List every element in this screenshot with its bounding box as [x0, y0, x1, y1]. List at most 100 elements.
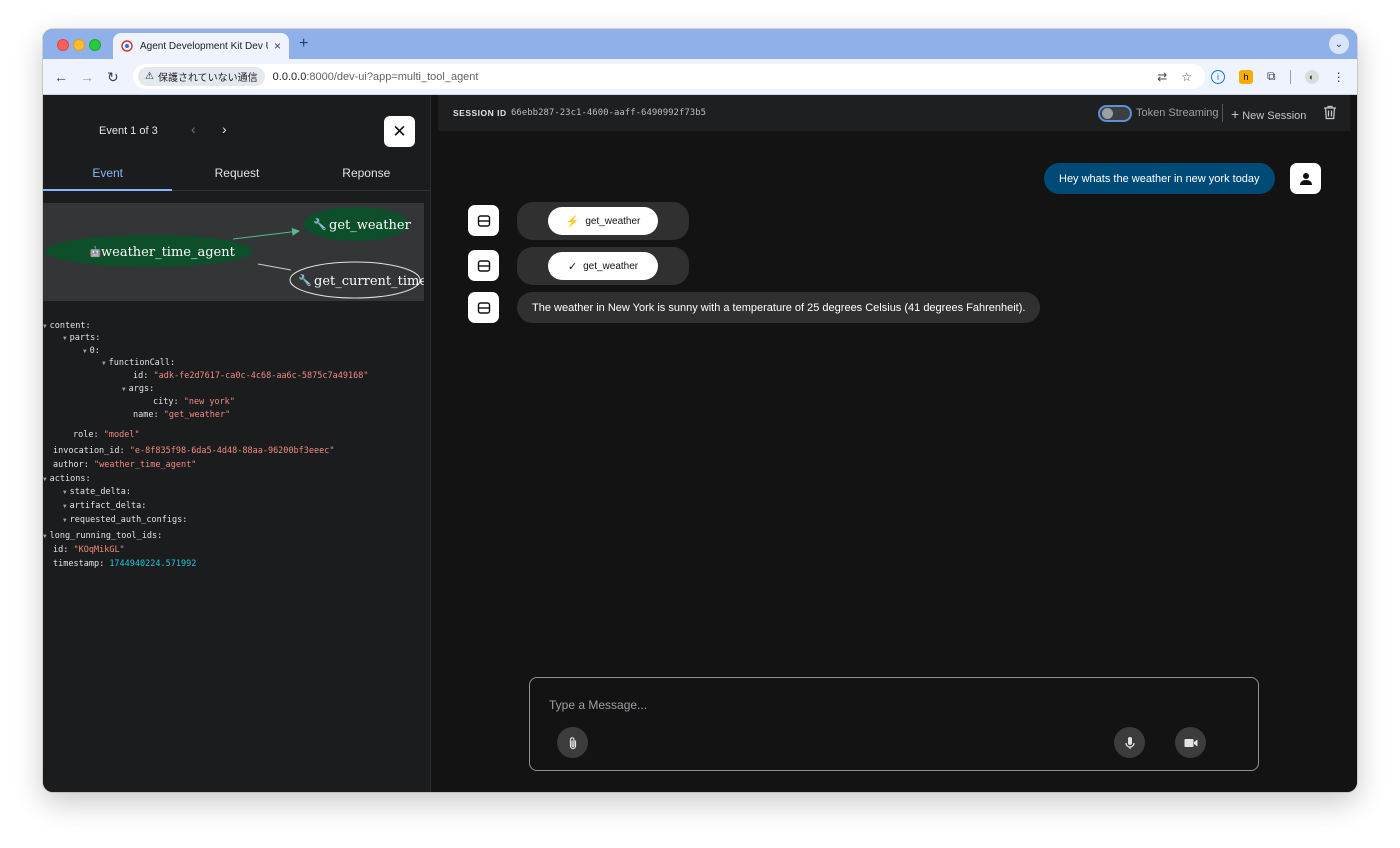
caret-down-icon: ▼: [63, 503, 67, 510]
tab-title: Agent Development Kit Dev UI: [140, 40, 268, 52]
attach-button[interactable]: [557, 727, 588, 758]
adk-favicon-icon: [121, 40, 133, 52]
tree-leaf-city: city: "new york": [153, 397, 235, 407]
profile-avatar-icon[interactable]: ◐: [1304, 69, 1319, 84]
tab-event[interactable]: Event: [43, 157, 173, 191]
tree-node-content[interactable]: ▼ content:: [43, 321, 91, 332]
message-composer: [529, 677, 1259, 771]
caret-down-icon: ▼: [43, 476, 47, 483]
bot-reply-bubble: The weather in New York is sunny with a …: [517, 292, 1041, 323]
function-call-chip[interactable]: ⚡ get_weather: [548, 207, 658, 235]
caret-down-icon: ▼: [122, 386, 126, 393]
session-id-value: 66ebb287-23c1-4600-aaff-6490992f73b5: [511, 108, 707, 118]
bot-avatar: [468, 250, 499, 281]
reload-icon[interactable]: ↻: [107, 68, 119, 86]
agent-node[interactable]: 🤖 weather_time_agent: [45, 235, 253, 267]
tree-leaf-role: role: "model": [73, 430, 140, 440]
extension-badge-icon[interactable]: h: [1239, 69, 1253, 84]
tree-leaf-timestamp: timestamp: 1744940224.571992: [53, 559, 197, 569]
token-streaming-toggle[interactable]: [1098, 105, 1132, 122]
bot-avatar: [468, 205, 499, 236]
bookmark-star-icon[interactable]: ☆: [1181, 70, 1192, 84]
tab-search-chevron-icon[interactable]: ⌄: [1329, 34, 1349, 54]
caret-down-icon: ▼: [63, 335, 67, 342]
close-window-button[interactable]: [57, 39, 69, 51]
address-bar[interactable]: ⚠ 保護されていない通信 0.0.0.0:8000/dev-ui?app=mul…: [133, 64, 1205, 89]
video-camera-icon: [1184, 738, 1197, 747]
event-counter: Event 1 of 3: [99, 125, 158, 137]
session-toolbar: SESSION ID 66ebb287-23c1-4600-aaff-64909…: [438, 95, 1350, 131]
next-event-chevron-icon[interactable]: ›: [222, 121, 227, 137]
close-panel-button[interactable]: ✕: [384, 116, 415, 147]
new-session-button[interactable]: + New Session: [1231, 106, 1306, 122]
robot-icon: 🤖: [89, 245, 101, 258]
tree-leaf-name: name: "get_weather": [133, 410, 231, 420]
minimize-window-button[interactable]: [73, 39, 85, 51]
function-response-chip[interactable]: ✓ get_weather: [548, 252, 658, 280]
person-icon: [1299, 172, 1312, 185]
tree-leaf-author: author: "weather_time_agent": [53, 460, 197, 470]
tab-close-icon[interactable]: ×: [274, 40, 281, 52]
url-host: 0.0.0.0: [272, 70, 307, 83]
caret-down-icon: ▼: [63, 489, 67, 496]
event-panel: Event 1 of 3 ‹ › ✕ Event Request Reponse: [43, 95, 431, 792]
tree-node-actions[interactable]: ▼ actions:: [43, 474, 91, 485]
back-arrow-icon[interactable]: ←: [54, 68, 68, 86]
event-tabs: Event Request Reponse: [43, 157, 431, 191]
agent-node-label: weather_time_agent: [101, 245, 236, 260]
robot-icon: [477, 214, 490, 227]
tree-node-state-delta[interactable]: ▼ state_delta:: [63, 487, 131, 498]
bolt-icon: ⚡: [565, 215, 580, 228]
function-response-bubble: ✓ get_weather: [517, 247, 689, 285]
tool-node-label: get_weather: [329, 218, 412, 233]
tree-node-index[interactable]: ▼ 0:: [83, 346, 100, 357]
tree-node-long-running-tool-ids[interactable]: ▼ long_running_tool_ids:: [43, 531, 162, 542]
dev-ui-page: Event 1 of 3 ‹ › ✕ Event Request Reponse: [43, 95, 1357, 792]
microphone-button[interactable]: [1114, 727, 1145, 758]
url-path: :8000/dev-ui?app=multi_tool_agent: [306, 70, 479, 83]
edge-agent-time: [257, 263, 292, 271]
previous-event-chevron-icon[interactable]: ‹: [191, 121, 196, 137]
bot-avatar: [468, 292, 499, 323]
token-streaming-label: Token Streaming: [1136, 107, 1219, 119]
robot-icon: [477, 259, 490, 272]
zoom-window-button[interactable]: [89, 39, 101, 51]
edge-agent-weather: [232, 227, 300, 240]
warning-icon: ⚠: [145, 71, 154, 82]
tree-node-parts[interactable]: ▼ parts:: [63, 333, 100, 344]
caret-down-icon: ▼: [43, 323, 47, 330]
tab-request[interactable]: Request: [172, 157, 301, 190]
caret-down-icon: ▼: [83, 348, 87, 355]
new-tab-button[interactable]: +: [299, 34, 308, 54]
delete-session-trash-icon[interactable]: [1323, 105, 1337, 120]
browser-menu-icon[interactable]: ⋮: [1333, 70, 1345, 84]
security-chip[interactable]: ⚠ 保護されていない通信: [138, 67, 265, 86]
user-avatar: [1290, 163, 1321, 194]
wrench-icon: 🔧: [298, 273, 312, 287]
url-text[interactable]: 0.0.0.0:8000/dev-ui?app=multi_tool_agent: [273, 71, 479, 83]
browser-window: Agent Development Kit Dev UI × + ⌄ ← → ↻…: [43, 29, 1357, 792]
tool-node-get-weather[interactable]: 🔧 get_weather: [303, 207, 412, 241]
tree-leaf-invocation-id: invocation_id: "e-8f835f98-6da5-4d48-88a…: [53, 446, 335, 456]
extensions-puzzle-icon[interactable]: ⧉: [1267, 69, 1276, 84]
function-response-label: get_weather: [583, 260, 639, 272]
tree-node-artifact-delta[interactable]: ▼ artifact_delta:: [63, 501, 146, 512]
tree-node-function-call[interactable]: ▼ functionCall:: [102, 358, 175, 369]
forward-arrow-icon[interactable]: →: [80, 68, 94, 86]
check-icon: ✓: [567, 260, 578, 273]
browser-tab[interactable]: Agent Development Kit Dev UI ×: [113, 33, 289, 59]
message-input[interactable]: [549, 696, 1239, 714]
tree-node-requested-auth-configs[interactable]: ▼ requested_auth_configs:: [63, 515, 187, 526]
toolbar-divider: [1289, 69, 1291, 84]
agent-graph: 🤖 weather_time_agent 🔧 get_weather 🔧 get…: [43, 203, 424, 301]
tab-response[interactable]: Reponse: [302, 157, 431, 190]
paperclip-icon: [569, 736, 576, 749]
tree-node-args[interactable]: ▼ args:: [122, 384, 154, 395]
password-extension-icon[interactable]: i: [1211, 69, 1225, 84]
tool-node-label: get_current_time: [314, 274, 424, 289]
video-button[interactable]: [1175, 727, 1206, 758]
user-message-bubble: Hey whats the weather in new york today: [1044, 163, 1275, 194]
translate-icon[interactable]: ⇄: [1157, 70, 1167, 84]
tool-node-get-current-time[interactable]: 🔧 get_current_time: [289, 261, 424, 299]
function-call-label: get_weather: [585, 215, 641, 227]
